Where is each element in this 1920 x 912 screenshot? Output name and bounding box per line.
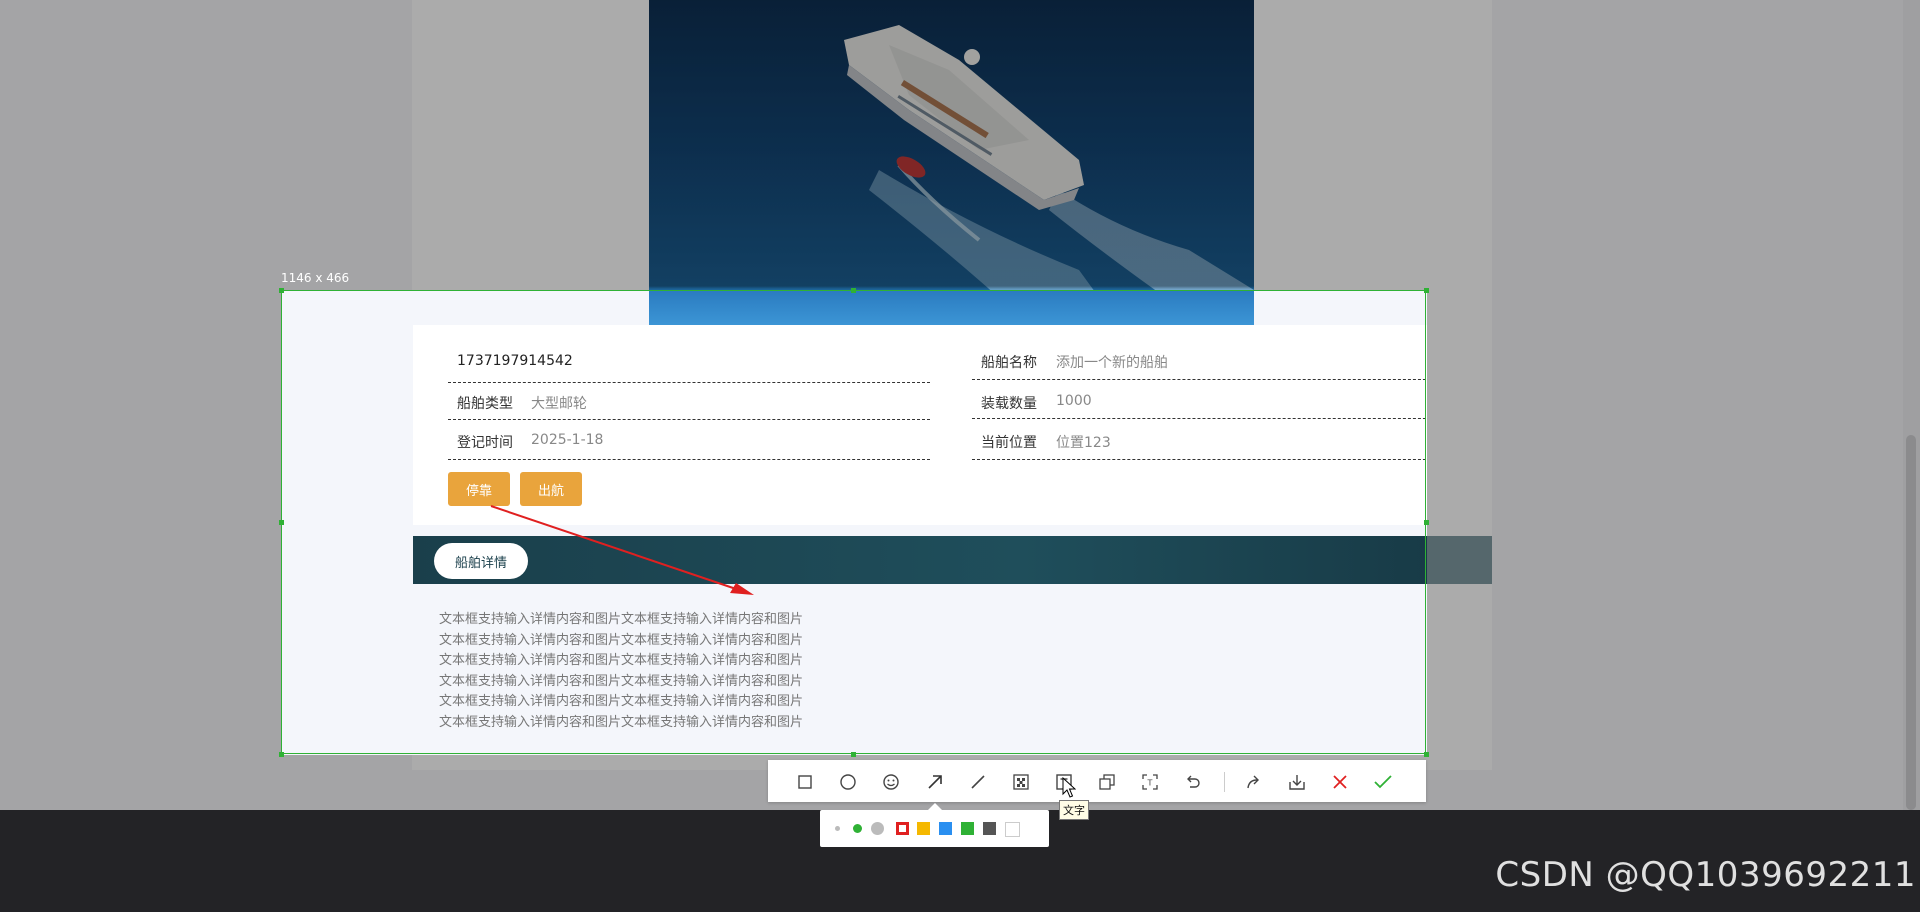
selection-region[interactable]: 1737197914542 船舶类型 大型邮轮 登记时间 2025-1-18 船… (282, 290, 1427, 755)
resize-handle[interactable] (1424, 752, 1429, 757)
ocr-icon[interactable]: T (1140, 772, 1160, 792)
pin-icon[interactable] (1097, 772, 1117, 792)
color-swatch-white[interactable] (1005, 822, 1020, 837)
color-swatch-blue[interactable] (939, 822, 952, 835)
mouse-cursor-icon (1062, 777, 1076, 798)
line-icon[interactable] (968, 772, 988, 792)
size-medium-dot[interactable] (853, 824, 862, 833)
color-swatch-red[interactable] (896, 822, 909, 835)
size-small-dot[interactable] (835, 826, 840, 831)
close-icon[interactable] (1330, 772, 1350, 792)
share-icon[interactable] (1244, 772, 1264, 792)
color-palette (820, 810, 1049, 847)
detail-header-bar-outside (1427, 536, 1492, 584)
rectangle-icon[interactable] (795, 772, 815, 792)
confirm-icon[interactable] (1373, 772, 1393, 792)
screenshot-toolbar: T (768, 760, 1426, 802)
toolbar-divider (1224, 772, 1225, 792)
resize-handle[interactable] (279, 752, 284, 757)
ship-image (649, 0, 1254, 325)
resize-handle[interactable] (851, 288, 856, 293)
resize-handle[interactable] (1424, 520, 1429, 525)
arrow-icon[interactable] (925, 772, 945, 792)
color-swatch-yellow[interactable] (917, 822, 930, 835)
resize-handle[interactable] (279, 288, 284, 293)
svg-text:T: T (1147, 779, 1153, 788)
save-icon[interactable] (1287, 772, 1307, 792)
selection-size-label: 1146 x 466 (281, 271, 350, 285)
resize-handle[interactable] (279, 520, 284, 525)
color-swatch-gray[interactable] (983, 822, 996, 835)
watermark: CSDN @QQ1039692211 (1495, 855, 1916, 895)
ellipse-icon[interactable] (838, 772, 858, 792)
tooltip: 文字 (1059, 800, 1089, 820)
emoji-icon[interactable] (881, 772, 901, 792)
annotation-arrow[interactable] (282, 290, 1427, 755)
undo-icon[interactable] (1183, 772, 1203, 792)
color-swatch-green[interactable] (961, 822, 974, 835)
size-large-dot[interactable] (871, 822, 884, 835)
scrollbar-thumb[interactable] (1906, 435, 1916, 810)
palette-notch (928, 803, 942, 810)
resize-handle[interactable] (1424, 288, 1429, 293)
mosaic-icon[interactable] (1011, 772, 1031, 792)
resize-handle[interactable] (851, 752, 856, 757)
